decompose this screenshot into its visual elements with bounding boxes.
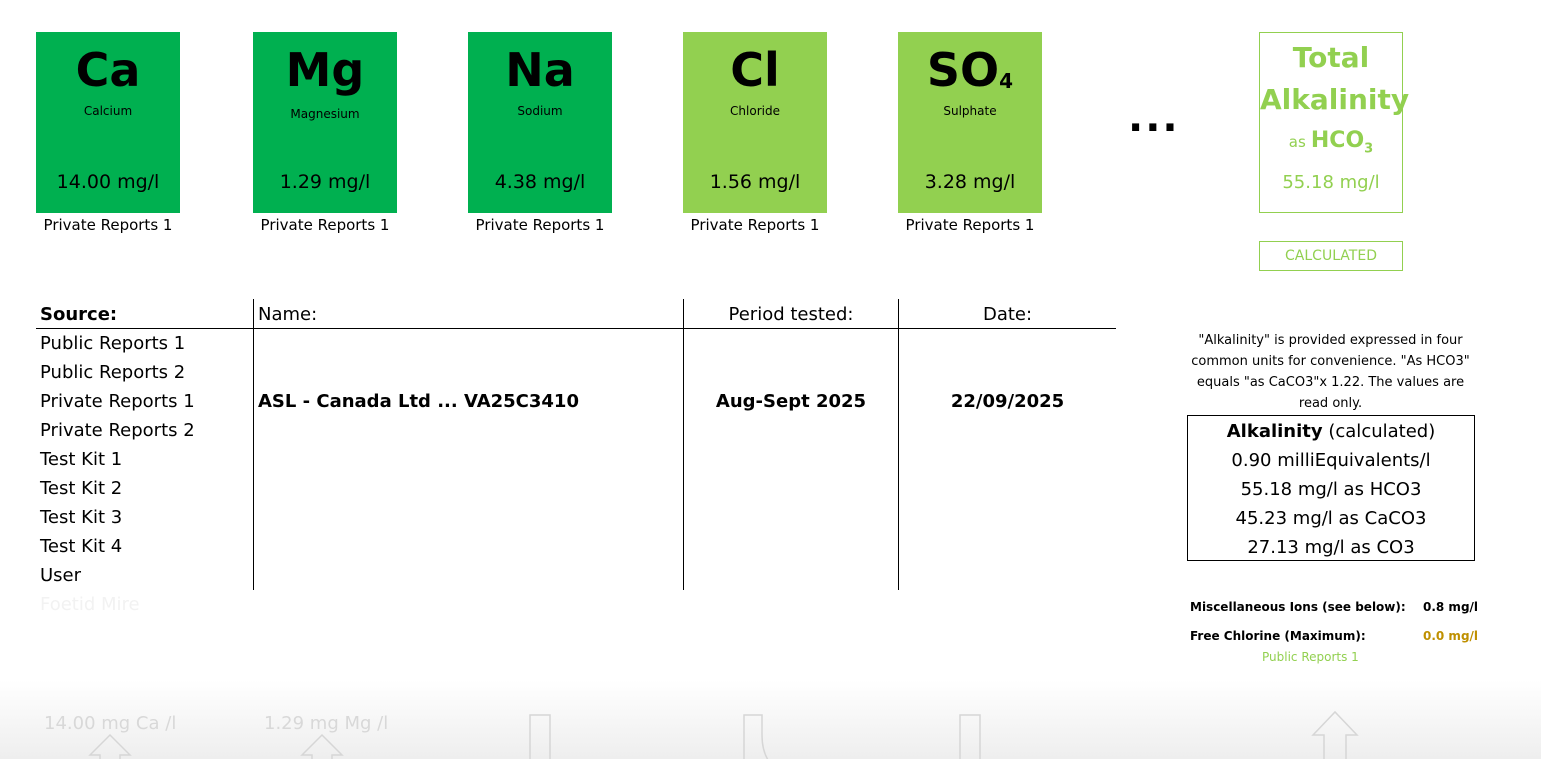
- alkalinity-meq: 0.90 milliEquivalents/l: [1231, 450, 1431, 471]
- source-item-user[interactable]: User: [40, 565, 81, 586]
- shaft-icon: [529, 714, 551, 759]
- alkalinity-title-line2: Alkalinity: [1260, 83, 1410, 116]
- ion-source-sulphate: Private Reports 1: [905, 216, 1035, 234]
- alkalinity-co3: 27.13 mg/l as CO3: [1247, 537, 1415, 558]
- source-item-test-kit-4[interactable]: Test Kit 4: [40, 536, 122, 557]
- source-item-private-reports-2[interactable]: Private Reports 2: [40, 420, 195, 441]
- ion-tile-sulphate[interactable]: SO4 Sulphate 3.28 mg/l: [898, 32, 1042, 213]
- source-item-private-reports-1[interactable]: Private Reports 1: [40, 391, 195, 412]
- ion-tile-magnesium[interactable]: Mg Magnesium 1.29 mg/l: [253, 32, 397, 213]
- ion-symbol: Na: [505, 43, 575, 97]
- column-divider: [683, 299, 684, 590]
- ion-value: 1.56 mg/l: [709, 171, 801, 193]
- header-name: Name:: [258, 304, 318, 325]
- header-date: Date:: [982, 304, 1033, 325]
- source-item-test-kit-3[interactable]: Test Kit 3: [40, 507, 122, 528]
- ion-source-calcium: Private Reports 1: [43, 216, 173, 234]
- source-item-test-kit-1[interactable]: Test Kit 1: [40, 449, 122, 470]
- ion-value: 3.28 mg/l: [924, 171, 1016, 193]
- alkalinity-value: 55.18 mg/l: [1282, 172, 1380, 193]
- alkalinity-note: "Alkalinity" is provided expressed in fo…: [1191, 333, 1470, 411]
- ion-symbol: Cl: [730, 43, 780, 97]
- ion-value: 14.00 mg/l: [56, 171, 160, 193]
- ion-tile-calcium[interactable]: Ca Calcium 14.00 mg/l: [36, 32, 180, 213]
- ion-name: Sulphate: [943, 104, 997, 118]
- source-item-public-reports-2[interactable]: Public Reports 2: [40, 362, 185, 383]
- ion-source-magnesium: Private Reports 1: [260, 216, 390, 234]
- ion-source-chloride: Private Reports 1: [690, 216, 820, 234]
- alkalinity-calculated-table: Alkalinity (calculated) 0.90 milliEquiva…: [1187, 415, 1475, 561]
- source-item-foetid-mire[interactable]: Foetid Mire: [40, 594, 140, 615]
- ion-name: Magnesium: [290, 107, 360, 121]
- ion-name: Chloride: [730, 104, 780, 118]
- alkalinity-table-title: Alkalinity (calculated): [1226, 421, 1436, 442]
- ion-symbol: Ca: [75, 43, 141, 97]
- selected-report-period: Aug-Sept 2025: [715, 391, 867, 412]
- source-item-public-reports-1[interactable]: Public Reports 1: [40, 333, 185, 354]
- ion-symbol: SO4: [926, 43, 1014, 97]
- shaft-icon: [743, 714, 769, 759]
- free-chlorine-value: 0.0 mg/l: [1423, 629, 1479, 643]
- faded-arrows: [88, 710, 1359, 759]
- alkalinity-title-line1: Total: [1292, 41, 1370, 74]
- ion-subscript: 4: [999, 69, 1014, 93]
- shaft-icon: [959, 714, 981, 759]
- selected-report-date: 22/09/2025: [950, 391, 1065, 412]
- header-source: Source:: [40, 304, 118, 325]
- column-divider: [898, 299, 899, 590]
- more-ions-ellipsis[interactable]: ...: [1128, 95, 1180, 141]
- free-chlorine-label: Free Chlorine (Maximum):: [1190, 629, 1366, 643]
- alkalinity-formula: as HCO3: [1288, 128, 1374, 157]
- free-chlorine-source: Public Reports 1: [1262, 650, 1359, 664]
- ion-value: 1.29 mg/l: [279, 171, 371, 193]
- ion-name: Sodium: [517, 104, 563, 118]
- column-divider: [253, 299, 254, 590]
- ion-value: 4.38 mg/l: [494, 171, 586, 193]
- total-alkalinity-tile[interactable]: Total Alkalinity as HCO3 55.18 mg/l: [1259, 32, 1410, 213]
- header-divider: [36, 328, 1116, 329]
- ion-symbol: Mg: [285, 43, 365, 97]
- ion-source-sodium: Private Reports 1: [475, 216, 605, 234]
- selected-report-name: ASL - Canada Ltd ... VA25C3410: [258, 391, 579, 412]
- header-period: Period tested:: [728, 304, 854, 325]
- misc-ions-label: Miscellaneous Ions (see below):: [1190, 600, 1406, 614]
- alkalinity-hco3: 55.18 mg/l as HCO3: [1240, 479, 1422, 500]
- misc-ions-value: 0.8 mg/l: [1423, 600, 1479, 614]
- up-arrow-icon: [88, 733, 132, 759]
- alkalinity-caco3: 45.23 mg/l as CaCO3: [1235, 508, 1427, 529]
- up-arrow-icon: [1311, 710, 1359, 759]
- source-item-test-kit-2[interactable]: Test Kit 2: [40, 478, 122, 499]
- up-arrow-icon: [300, 733, 344, 759]
- ion-name: Calcium: [83, 104, 133, 118]
- ion-tile-sodium[interactable]: Na Sodium 4.38 mg/l: [468, 32, 612, 213]
- calculated-badge: CALCULATED: [1259, 241, 1403, 271]
- ion-tile-chloride[interactable]: Cl Chloride 1.56 mg/l: [683, 32, 827, 213]
